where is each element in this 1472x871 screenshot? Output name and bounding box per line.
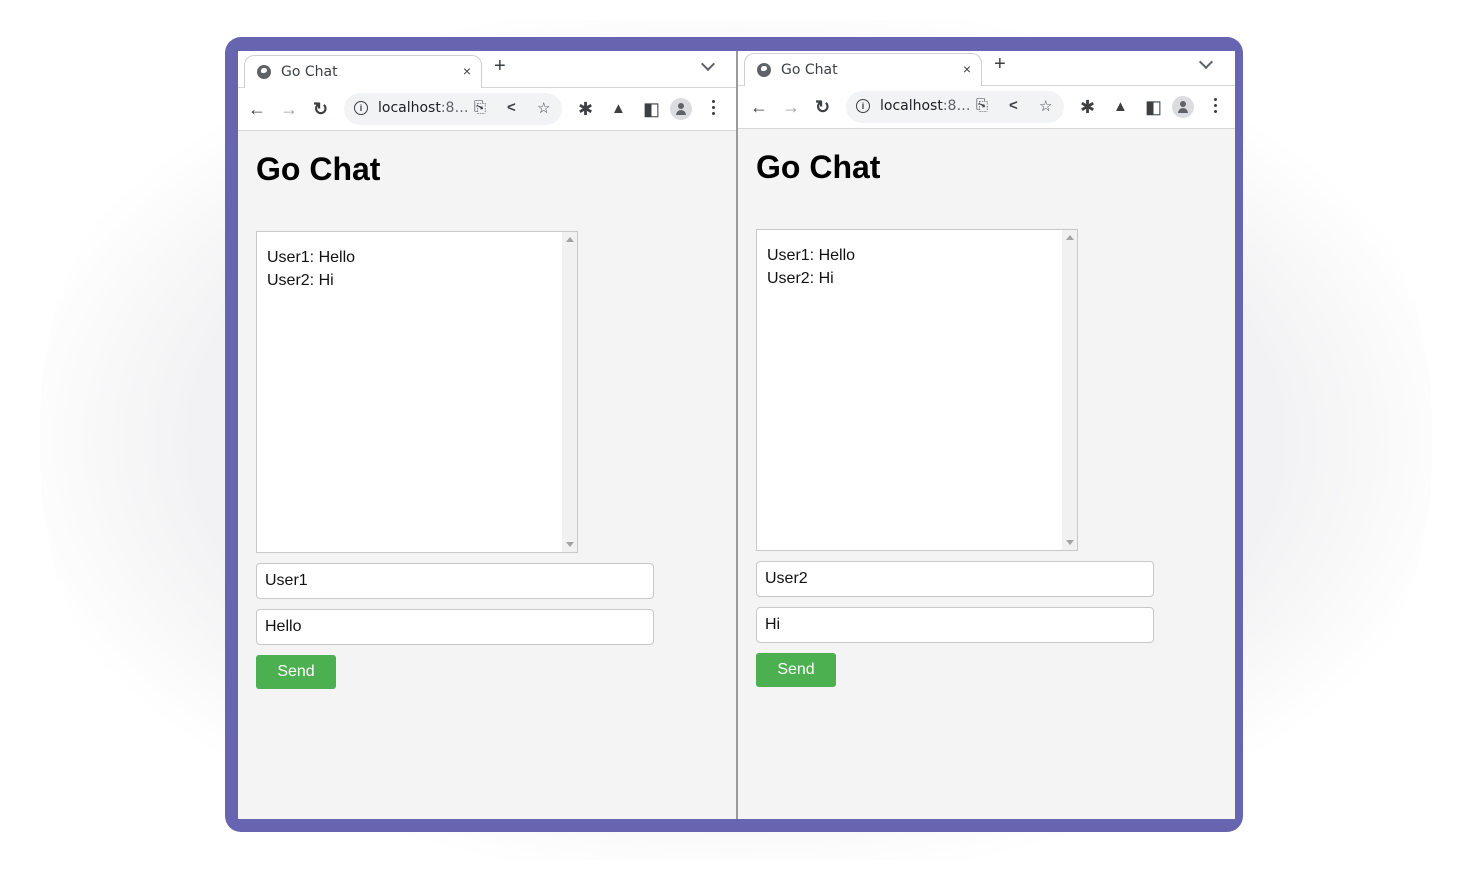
send-button[interactable]: Send bbox=[256, 655, 336, 689]
address-bar[interactable]: i localhost:8… ⎘ < ☆ bbox=[846, 91, 1064, 123]
scroll-down-arrow-icon[interactable] bbox=[566, 542, 574, 547]
more-menu-icon[interactable] bbox=[1214, 98, 1217, 116]
translate-icon[interactable]: ⎘ bbox=[976, 97, 988, 114]
profile-avatar-icon[interactable] bbox=[670, 98, 692, 120]
side-panel-icon[interactable]: ◧ bbox=[1145, 97, 1162, 117]
side-panel-icon[interactable]: ◧ bbox=[643, 99, 660, 119]
info-icon[interactable]: i bbox=[856, 99, 870, 113]
scroll-down-arrow-icon[interactable] bbox=[1066, 540, 1074, 545]
extensions-puzzle-icon[interactable]: ✱ bbox=[578, 99, 593, 119]
username-input[interactable] bbox=[756, 561, 1154, 597]
close-tab-icon[interactable]: × bbox=[463, 63, 471, 79]
translate-icon[interactable]: ⎘ bbox=[474, 99, 486, 116]
globe-icon bbox=[757, 63, 771, 77]
share-icon[interactable]: < bbox=[507, 99, 516, 116]
chevron-down-icon[interactable] bbox=[1198, 54, 1214, 70]
tab-title: Go Chat bbox=[781, 62, 838, 78]
chat-messages: User1: Hello User2: Hi bbox=[767, 244, 855, 290]
star-icon[interactable]: ☆ bbox=[1039, 97, 1052, 115]
chat-message: User2: Hi bbox=[267, 272, 334, 289]
url-host: localhost bbox=[880, 98, 943, 114]
tab-go-chat[interactable]: Go Chat × bbox=[244, 55, 482, 88]
forward-arrow-icon[interactable]: → bbox=[782, 97, 800, 117]
star-icon[interactable]: ☆ bbox=[537, 99, 550, 117]
chat-log[interactable]: User1: Hello User2: Hi bbox=[756, 229, 1078, 551]
page-title: Go Chat bbox=[256, 151, 381, 187]
new-tab-button[interactable]: + bbox=[994, 53, 1006, 76]
chat-message: User2: Hi bbox=[767, 270, 834, 287]
forward-arrow-icon[interactable]: → bbox=[280, 99, 298, 119]
url-text: localhost:8… bbox=[378, 100, 468, 116]
tab-strip: Go Chat × + bbox=[238, 51, 737, 88]
browser-toolbar: ← → ↻ i localhost:8… ⎘ < ☆ ✱ ▲ ◧ bbox=[738, 86, 1235, 129]
tab-go-chat[interactable]: Go Chat × bbox=[744, 53, 982, 86]
chat-log[interactable]: User1: Hello User2: Hi bbox=[256, 231, 578, 553]
globe-icon bbox=[257, 65, 271, 79]
browser-window-right: Go Chat × + ← → ↻ i localhost:8… ⎘ < ☆ ✱… bbox=[736, 51, 1235, 819]
url-host: localhost bbox=[378, 100, 441, 116]
more-menu-icon[interactable] bbox=[712, 100, 715, 118]
extensions-puzzle-icon[interactable]: ✱ bbox=[1080, 97, 1095, 117]
chat-messages: User1: Hello User2: Hi bbox=[267, 246, 355, 292]
tab-strip: Go Chat × + bbox=[738, 51, 1235, 86]
scroll-up-arrow-icon[interactable] bbox=[1066, 235, 1074, 240]
info-icon[interactable]: i bbox=[354, 101, 368, 115]
page-title: Go Chat bbox=[756, 149, 881, 185]
back-arrow-icon[interactable]: ← bbox=[750, 97, 768, 117]
screenshot-frame: Go Chat × + ← → ↻ i localhost:8… ⎘ < ☆ ✱… bbox=[225, 37, 1243, 832]
chat-message: User1: Hello bbox=[767, 247, 856, 264]
url-text: localhost:8… bbox=[880, 98, 970, 114]
send-button[interactable]: Send bbox=[756, 653, 836, 687]
close-tab-icon[interactable]: × bbox=[963, 61, 971, 77]
share-icon[interactable]: < bbox=[1009, 97, 1018, 114]
page-content: Go Chat User1: Hello User2: Hi Send bbox=[738, 129, 1235, 819]
browser-window-left: Go Chat × + ← → ↻ i localhost:8… ⎘ < ☆ ✱… bbox=[238, 51, 737, 819]
browser-toolbar: ← → ↻ i localhost:8… ⎘ < ☆ ✱ ▲ ◧ bbox=[238, 88, 737, 131]
reload-icon[interactable]: ↻ bbox=[815, 97, 830, 117]
reload-icon[interactable]: ↻ bbox=[313, 99, 328, 119]
url-rest: :8… bbox=[942, 98, 971, 114]
message-input[interactable] bbox=[756, 607, 1154, 643]
address-bar[interactable]: i localhost:8… ⎘ < ☆ bbox=[344, 93, 562, 125]
username-input[interactable] bbox=[256, 563, 654, 599]
scroll-up-arrow-icon[interactable] bbox=[566, 237, 574, 242]
new-tab-button[interactable]: + bbox=[494, 55, 506, 78]
chevron-down-icon[interactable] bbox=[700, 56, 716, 72]
chat-scrollbar[interactable] bbox=[1062, 230, 1077, 550]
page-content: Go Chat User1: Hello User2: Hi Send bbox=[238, 131, 737, 819]
message-input[interactable] bbox=[256, 609, 654, 645]
chat-scrollbar[interactable] bbox=[562, 232, 577, 552]
back-arrow-icon[interactable]: ← bbox=[248, 99, 266, 119]
tab-title: Go Chat bbox=[281, 64, 338, 80]
profile-avatar-icon[interactable] bbox=[1172, 96, 1194, 118]
url-rest: :8… bbox=[440, 100, 469, 116]
labs-flask-icon[interactable]: ▲ bbox=[1113, 97, 1128, 117]
labs-flask-icon[interactable]: ▲ bbox=[611, 99, 626, 119]
chat-message: User1: Hello bbox=[267, 249, 356, 266]
